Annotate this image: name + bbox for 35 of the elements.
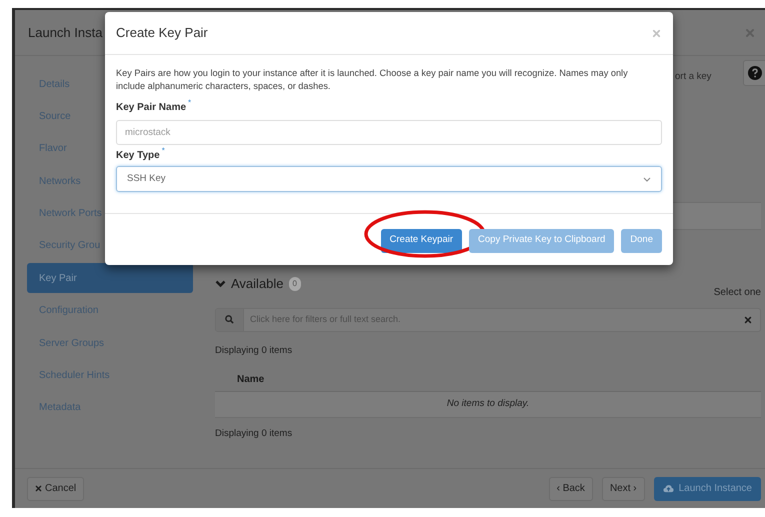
empty-message: No items to display. xyxy=(446,397,530,412)
dialog-button[interactable]: Create Keypair xyxy=(380,228,462,253)
clear-icon[interactable] xyxy=(744,316,752,324)
modal-title: Create Key Pair xyxy=(116,24,208,42)
close-icon[interactable] xyxy=(35,485,42,492)
status-text: Displaying 0 items xyxy=(215,426,294,441)
count-badge: 0 xyxy=(288,276,301,291)
cancel-button[interactable]: Cancel xyxy=(27,476,84,500)
hint-text: Select one xyxy=(714,286,761,300)
launch-button[interactable]: Launch Instance xyxy=(654,476,761,500)
column-header: Name xyxy=(237,372,264,387)
search-icon xyxy=(225,315,234,324)
description-text: ort a key xyxy=(675,70,712,84)
help-button[interactable] xyxy=(743,60,765,86)
sidebar-item[interactable]: Metadata xyxy=(27,392,193,423)
key-type-select[interactable]: SSH Key xyxy=(116,166,662,192)
field-label: Key Type xyxy=(116,149,160,163)
sidebar-item[interactable]: Server Groups xyxy=(27,328,193,358)
chevron-down-icon[interactable] xyxy=(215,280,226,288)
section-title: Available xyxy=(231,275,284,293)
chevron-down-icon xyxy=(643,176,651,182)
sidebar-item[interactable]: Key Pair xyxy=(27,263,193,294)
name-field[interactable]: microstack xyxy=(116,120,662,145)
modal-description: Key Pairs are how you login to your instance after it is launched. Choose a key pair name you will recognize. Names may only include alphanumeric characters, spaces, or dashes. xyxy=(116,67,629,93)
status-text: Displaying 0 items xyxy=(215,344,294,358)
back-button[interactable]: ‹ Back xyxy=(548,476,593,500)
cloud-upload-icon xyxy=(662,484,674,493)
required-mark: * xyxy=(188,97,192,109)
help-icon xyxy=(748,66,762,80)
window-title: Launch Insta xyxy=(28,24,102,42)
field-label: Key Pair Name xyxy=(116,101,186,115)
sidebar-item[interactable]: Configuration xyxy=(27,296,193,326)
required-mark: * xyxy=(162,145,165,157)
next-button[interactable]: Next › xyxy=(602,476,645,500)
sidebar-item[interactable]: Scheduler Hints xyxy=(27,360,193,391)
